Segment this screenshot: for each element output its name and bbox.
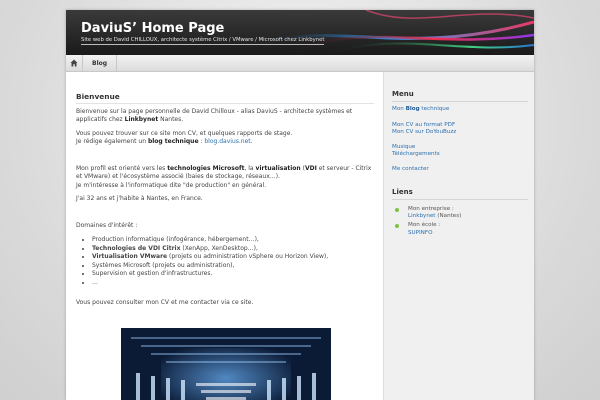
links-divider <box>392 199 528 200</box>
bullet-icon <box>395 224 399 229</box>
menu-link-blog[interactable]: Mon Blog technique <box>392 106 449 113</box>
site-title[interactable]: DaviuS’ Home Page <box>81 21 224 36</box>
bullet-icon <box>395 208 399 212</box>
company-name: Linkbynet <box>124 116 159 124</box>
intro-text: Bienvenue sur la page personnelle de Dav… <box>76 108 353 124</box>
links-heading: Liens <box>392 188 413 196</box>
link-item-school: Mon école : SUPINFO <box>392 222 532 236</box>
menu-link-contact[interactable]: Me contacter <box>392 166 429 173</box>
interest-item: … <box>92 279 382 288</box>
intro-paragraph: Bienvenue sur la page personnelle de Dav… <box>76 108 376 125</box>
page-container: DaviuS’ Home Page Site web de David CHIL… <box>66 10 534 400</box>
post-title: Bienvenue <box>76 92 120 101</box>
link-item-company: Mon entreprise : Linkbynet (Nantes) <box>392 206 532 220</box>
supinfo-link[interactable]: SUPINFO <box>408 230 432 236</box>
post-title-divider <box>76 103 374 104</box>
linkbynet-link[interactable]: Linkbynet <box>408 213 436 219</box>
interest-item: Technologies de VDI Citrix (XenApp, XenD… <box>92 245 382 254</box>
site-header: DaviuS’ Home Page Site web de David CHIL… <box>66 10 534 55</box>
interest-item: Virtualisation VMware (projets ou admini… <box>92 253 382 262</box>
blog-technique-label: blog technique <box>147 138 199 146</box>
profile-tech-microsoft: technologies Microsoft <box>167 165 245 172</box>
intro-text-end: Nantes. <box>158 116 184 124</box>
menu-link-cv-doyoubuzz[interactable]: Mon CV sur DoYouBuzz <box>392 129 456 136</box>
interest-item: Supervision et gestion d'infrastructures… <box>92 270 382 279</box>
blog-text: Je rédige également un <box>76 138 148 146</box>
interests-heading: Domaines d'intérêt : <box>76 222 138 229</box>
links-list: Mon entreprise : Linkbynet (Nantes) Mon … <box>392 206 532 239</box>
profile-vdi: VDI <box>304 165 317 172</box>
cv-text: Vous pouvez trouver sur ce site mon CV, … <box>76 130 293 137</box>
menu-divider <box>392 101 528 102</box>
profile-production-text: Je m'intéresse à l'informatique dite "de… <box>76 181 267 189</box>
sidebar: Menu Mon Blog technique Mon CV au format… <box>383 72 534 400</box>
profile-text: Mon profil est orienté vers les <box>76 165 168 172</box>
main-content: Bienvenue Bienvenue sur la page personne… <box>66 72 383 400</box>
interest-item: Systèmes Microsoft (projets ou administr… <box>92 262 382 271</box>
datacenter-photo <box>121 328 331 400</box>
menu-link-cv-pdf[interactable]: Mon CV au format PDF <box>392 122 455 129</box>
datacenter-photo-graphic <box>121 328 331 400</box>
profile-text-2: , la <box>244 165 256 172</box>
home-icon <box>70 59 78 67</box>
nav-bar: Blog <box>66 55 534 72</box>
menu-heading: Menu <box>392 90 414 98</box>
interest-item: Production informatique (infogérance, hé… <box>92 236 382 245</box>
profile-virtualisation: virtualisation <box>255 165 301 172</box>
menu-link-downloads[interactable]: Téléchargements <box>392 151 440 158</box>
nav-item-blog[interactable]: Blog <box>83 55 118 71</box>
profile-paragraph: Mon profil est orienté vers les technolo… <box>76 165 376 190</box>
interests-list: Production informatique (infogérance, hé… <box>82 236 382 288</box>
menu-link-music[interactable]: Musique <box>392 144 415 151</box>
site-description: Site web de David CHILLOUX, architecte s… <box>81 37 325 45</box>
blog-text-end: . <box>250 138 253 146</box>
contact-paragraph: Vous pouvez consulter mon CV et me conta… <box>76 299 254 306</box>
age-paragraph: J'ai 32 ans et j'habite à Nantes, en Fra… <box>76 195 203 202</box>
nav-home-button[interactable] <box>66 55 83 71</box>
blog-url-link[interactable]: blog.davius.net <box>204 138 250 145</box>
cv-paragraph: Vous pouvez trouver sur ce site mon CV, … <box>76 130 376 147</box>
